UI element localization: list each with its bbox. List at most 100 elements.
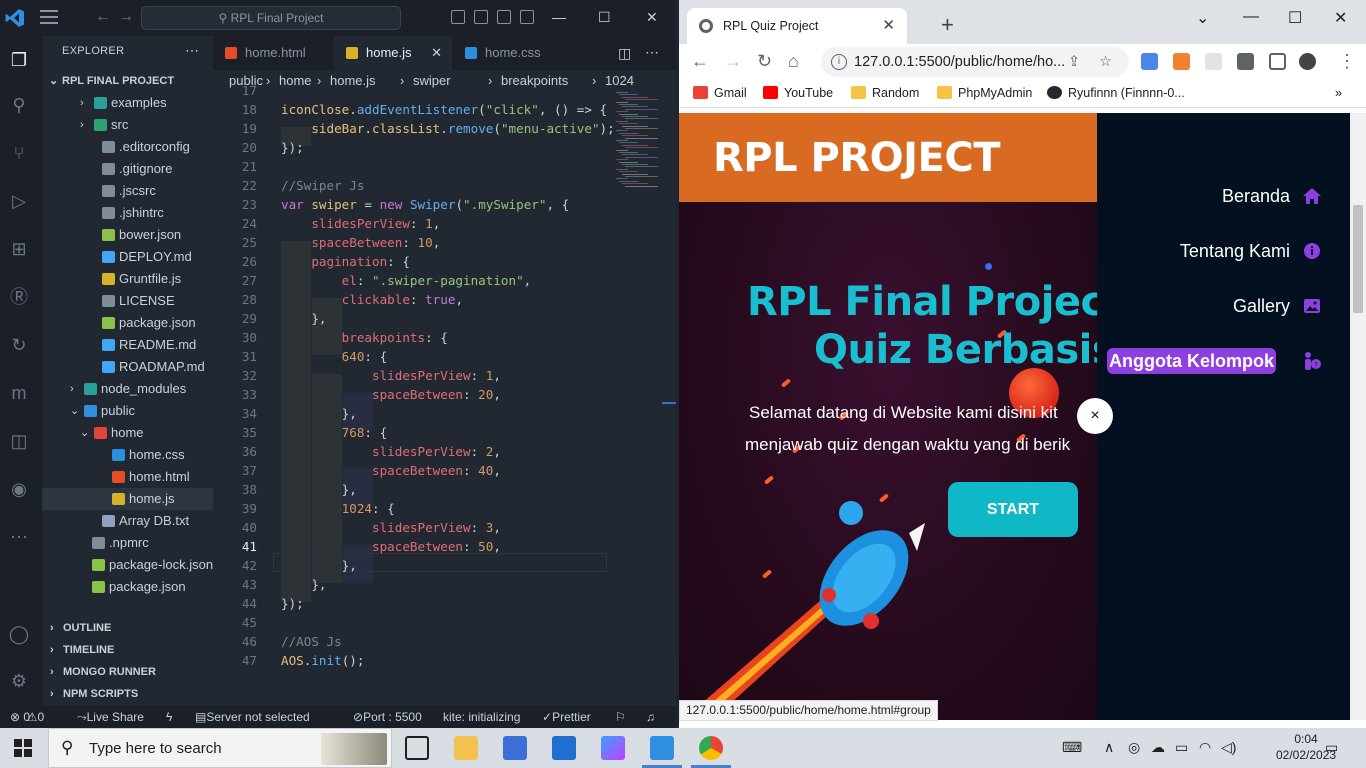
gitlens-icon[interactable]: ◉ (5, 475, 33, 503)
page-scrollbar[interactable] (1350, 113, 1366, 720)
windows-start-icon[interactable] (14, 739, 32, 757)
tab-home-js[interactable]: home.js ✕ (334, 36, 452, 70)
tree-folder[interactable]: › src (42, 114, 213, 136)
command-center-search[interactable]: ⚲ RPL Final Project (141, 6, 401, 30)
tree-file[interactable]: README.md (42, 334, 213, 356)
battery-icon[interactable]: ▭ (1175, 739, 1188, 756)
tab-search-icon[interactable]: ⌄ (1196, 8, 1209, 28)
extensions-puzzle-icon[interactable] (1237, 53, 1254, 70)
more-bookmarks-icon[interactable]: » (1335, 86, 1342, 100)
metamask-icon[interactable] (1173, 53, 1190, 70)
side-panel-icon[interactable] (1269, 53, 1286, 70)
sql-server-status[interactable]: ▤ Server not selected (195, 706, 310, 728)
show-hidden-icons-icon[interactable]: ∧ (1104, 739, 1114, 756)
docker-icon[interactable]: ◫ (5, 427, 33, 455)
nav-anggota-kelompok[interactable]: Anggota Kelompok (1107, 348, 1276, 374)
vscode-taskbar-icon[interactable] (650, 736, 674, 760)
menu-icon[interactable] (40, 10, 58, 24)
minimap[interactable] (616, 92, 662, 192)
code-editor[interactable]: 17 18 iconClose.addEventListener("click", … (213, 83, 676, 706)
microsoft-store-icon[interactable] (503, 736, 527, 760)
tree-file[interactable]: .npmrc (42, 532, 213, 554)
tree-file[interactable]: home.js (42, 488, 213, 510)
task-view-icon[interactable] (405, 736, 429, 760)
back-icon[interactable]: ← (691, 51, 709, 72)
reload-icon[interactable]: ↻ (757, 51, 772, 72)
close-window-icon[interactable]: ✕ (1334, 8, 1347, 28)
bookmark-gmail[interactable]: Gmail (693, 86, 747, 100)
close-menu-button[interactable]: × (1077, 398, 1113, 434)
tree-file[interactable]: .jshintrc (42, 202, 213, 224)
taskbar-search[interactable]: ⚲ Type here to search (48, 728, 392, 768)
minimize-icon[interactable]: — (552, 9, 566, 25)
address-bar[interactable]: i 127.0.0.1:5500/public/home/ho... ⇪ ☆ (821, 47, 1129, 77)
live-share-icon[interactable]: ↻ (5, 331, 33, 359)
maximize-icon[interactable]: ☐ (1288, 8, 1302, 28)
more-actions-icon[interactable]: ⋯ (185, 42, 199, 59)
breadcrumb-item[interactable]: home (279, 70, 312, 92)
more-icon[interactable]: ⋯ (5, 523, 33, 551)
notifications-bell-icon[interactable]: ♫ (646, 706, 655, 728)
breadcrumb-item[interactable]: 1024 (605, 70, 634, 92)
tree-file[interactable]: home.html (42, 466, 213, 488)
tree-file[interactable]: .editorconfig (42, 136, 213, 158)
home-icon[interactable]: ⌂ (788, 51, 799, 72)
tree-file[interactable]: home.css (42, 444, 213, 466)
breadcrumb-item[interactable]: breakpoints (501, 70, 568, 92)
mail-icon[interactable] (552, 736, 576, 760)
prettier-status[interactable]: ✓ Prettier (542, 706, 591, 728)
close-tab-icon[interactable]: ✕ (882, 16, 895, 34)
sidebar-section-timeline[interactable]: › TIMELINE (42, 639, 213, 661)
extensions-icon[interactable]: ⊞ (5, 235, 33, 263)
sidebar-section-outline[interactable]: › OUTLINE (42, 617, 213, 639)
volume-icon[interactable]: ◁) (1221, 739, 1236, 756)
copilot-icon[interactable] (601, 736, 625, 760)
tree-file[interactable]: ROADMAP.md (42, 356, 213, 378)
live-server-port[interactable]: ⊘ Port : 5500 (353, 706, 422, 728)
tree-file[interactable]: LICENSE (42, 290, 213, 312)
wifi-icon[interactable]: ◠ (1199, 739, 1211, 756)
tree-file[interactable]: Gruntfile.js (42, 268, 213, 290)
tab-home-html[interactable]: home.html (213, 36, 331, 70)
source-control-icon[interactable]: ⑂ (5, 139, 33, 167)
close-icon[interactable]: ✕ (646, 9, 658, 26)
bolt-icon[interactable]: ϟ (166, 706, 172, 728)
toggle-panel-icon[interactable] (474, 10, 488, 24)
toggle-secondary-sidebar-icon[interactable] (497, 10, 511, 24)
sidebar-section-mongo-runner[interactable]: › MONGO RUNNER (42, 661, 213, 683)
tree-folder[interactable]: ⌄ public (42, 400, 213, 422)
tree-folder[interactable]: ⌄ home (42, 422, 213, 444)
bookmark-random[interactable]: Random (851, 86, 919, 100)
nav-gallery[interactable]: Gallery (1233, 293, 1290, 319)
account-icon[interactable]: ◯ (5, 620, 33, 648)
minimize-icon[interactable]: — (1243, 8, 1259, 26)
restore-icon[interactable]: ☐ (598, 9, 611, 26)
tree-file[interactable]: .jscsrc (42, 180, 213, 202)
start-button[interactable]: START (948, 482, 1078, 537)
ext-docs-icon[interactable] (1141, 53, 1158, 70)
bookmark-github[interactable]: Ryufinnn (Finnnn-0... (1047, 86, 1185, 100)
tree-folder[interactable]: › examples (42, 92, 213, 114)
back-icon[interactable]: ← (95, 8, 111, 26)
file-explorer-icon[interactable] (454, 736, 478, 760)
ext-qr-icon[interactable] (1205, 53, 1222, 70)
chrome-taskbar-icon[interactable] (699, 736, 723, 760)
editor-scrollbar[interactable] (662, 92, 676, 706)
split-editor-icon[interactable]: ◫ (618, 45, 631, 62)
meet-icon[interactable]: ◎ (1128, 739, 1140, 756)
tree-file[interactable]: Array DB.txt (42, 510, 213, 532)
nav-tentang-kami[interactable]: Tentang Kami (1180, 238, 1290, 264)
bookmark-star-icon[interactable]: ☆ (1099, 47, 1112, 77)
tab-home-css[interactable]: home.css (453, 36, 571, 70)
chrome-menu-icon[interactable]: ⋮ (1338, 51, 1356, 72)
nav-beranda[interactable]: Beranda (1222, 183, 1290, 209)
share-icon[interactable]: ⇪ (1068, 47, 1080, 77)
toggle-sidebar-icon[interactable] (451, 10, 465, 24)
brand-title[interactable]: RPL PROJECT (713, 135, 1001, 181)
close-tab-icon[interactable]: ✕ (431, 36, 442, 70)
more-actions-icon[interactable]: ⋯ (645, 44, 659, 61)
new-tab-button[interactable]: + (941, 12, 954, 38)
feedback-icon[interactable]: ⚐ (615, 706, 626, 728)
scrollbar-thumb[interactable] (1353, 205, 1363, 313)
tree-file[interactable]: package.json (42, 312, 213, 334)
